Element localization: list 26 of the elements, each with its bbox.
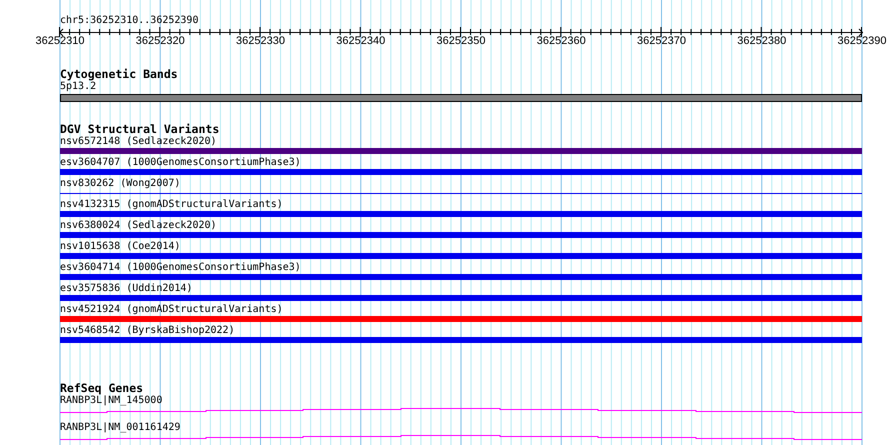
- gene-label: RANBP3L|NM_001161429: [60, 422, 180, 434]
- ruler-label: 36252310: [36, 35, 84, 47]
- variant-label: nsv830262 (Wong2007): [60, 178, 180, 190]
- track-title: DGV Structural Variants: [60, 123, 220, 136]
- variant-label: esv3604707 (1000GenomesConsortiumPhase3): [60, 157, 301, 169]
- ruler-label: 36252350: [436, 35, 486, 47]
- variant-label: nsv6380024 (Sedlazeck2020): [60, 220, 217, 232]
- track-title: Cytogenetic Bands: [60, 68, 179, 81]
- ruler-label: 36252340: [336, 35, 386, 47]
- variant-label: nsv5468542 (ByrskaBishop2022): [60, 325, 235, 337]
- band-label: 5p13.2: [60, 81, 96, 93]
- ruler-label: 36252360: [536, 35, 586, 47]
- ruler-label: 36252390: [838, 35, 886, 47]
- track-title: RefSeq Genes: [60, 382, 144, 395]
- ruler-label: 36252380: [737, 35, 786, 47]
- variant-label: esv3604714 (1000GenomesConsortiumPhase3): [60, 262, 301, 274]
- gene-label: RANBP3L|NM_145000: [60, 395, 162, 407]
- variant-label: nsv6572148 (Sedlazeck2020): [60, 136, 217, 148]
- variant-label: nsv4521924 (gnomADStructuralVariants): [60, 304, 283, 316]
- variant-label: nsv4132315 (gnomADStructuralVariants): [60, 199, 283, 211]
- ruler-label: 36252370: [637, 35, 686, 47]
- variant-label: esv3575836 (Uddin2014): [60, 283, 192, 295]
- ruler-label: 36252320: [136, 35, 185, 47]
- location-label: chr5:36252310..36252390: [60, 15, 198, 27]
- ruler-label: 36252330: [236, 35, 285, 47]
- variant-label: nsv1015638 (Coe2014): [60, 241, 180, 253]
